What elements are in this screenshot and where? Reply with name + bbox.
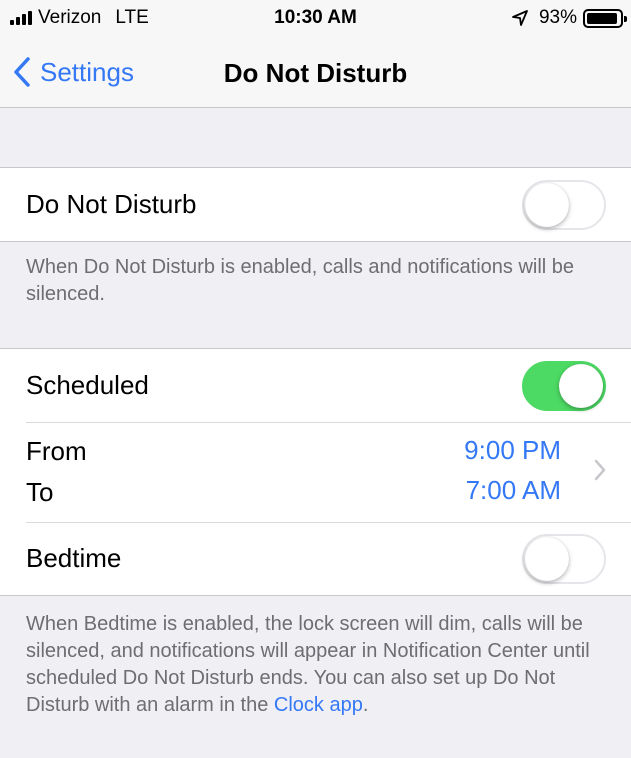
from-to-row[interactable]: From To 9:00 PM 7:00 AM (0, 422, 631, 522)
from-label: From (26, 436, 87, 466)
dnd-group: Do Not Disturb (0, 167, 631, 242)
status-bar: Verizon LTE 10:30 AM 93% (0, 0, 631, 36)
page-title: Do Not Disturb (223, 58, 408, 88)
navigation-bar: Settings Do Not Disturb (0, 36, 631, 108)
scheduled-toggle[interactable] (522, 360, 606, 411)
chevron-right-icon (594, 459, 606, 481)
schedule-group: Scheduled From To 9:00 PM 7:00 AM Bedtim… (0, 348, 631, 596)
battery-icon (583, 8, 627, 28)
location-arrow-icon (512, 10, 528, 26)
to-time: 7:00 AM (465, 475, 561, 505)
dnd-row[interactable]: Do Not Disturb (0, 168, 631, 241)
bedtime-footer-end: . (362, 694, 369, 716)
battery-percent: 93% (538, 7, 577, 28)
from-time: 9:00 PM (464, 435, 561, 465)
dnd-footer: When Do Not Disturb is enabled, calls an… (26, 256, 575, 305)
bedtime-toggle[interactable] (522, 533, 606, 584)
bedtime-row[interactable]: Bedtime (0, 522, 631, 595)
bedtime-label: Bedtime (26, 543, 122, 573)
status-right: 93% (511, 7, 627, 29)
scheduled-label: Scheduled (26, 370, 149, 400)
battery-level (587, 12, 617, 24)
dnd-toggle[interactable] (522, 179, 606, 230)
to-label: To (26, 477, 54, 507)
scheduled-row[interactable]: Scheduled (0, 349, 631, 422)
clock-app-link[interactable]: Clock app (274, 694, 363, 716)
bedtime-footer: When Bedtime is enabled, the lock screen… (26, 611, 611, 719)
dnd-label: Do Not Disturb (26, 189, 197, 219)
